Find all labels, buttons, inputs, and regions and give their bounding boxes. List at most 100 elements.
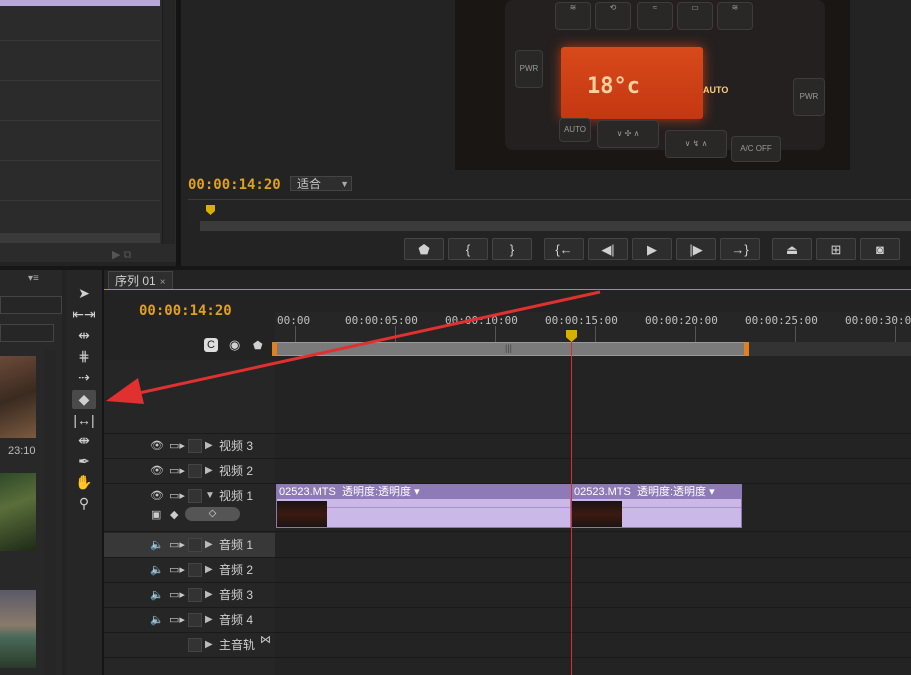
add-marker-button[interactable]: ⬟: [404, 238, 444, 260]
panel-menu-icon[interactable]: ▾≡: [28, 273, 39, 284]
lock-toggle[interactable]: [188, 538, 202, 552]
fan-control: ∨ ✣ ∧: [597, 120, 659, 148]
mark-out-button[interactable]: }: [492, 238, 532, 260]
clip-thumbnail[interactable]: [0, 473, 36, 551]
close-icon[interactable]: ×: [160, 277, 166, 288]
tab-sequence[interactable]: 序列 01 ×: [108, 271, 173, 290]
expand-triangle-icon[interactable]: ▶: [205, 614, 213, 625]
bin-filter-dropdown[interactable]: [0, 324, 54, 342]
ruler-label: 00:00:25:00: [745, 314, 818, 327]
arrow-shaft: [129, 290, 601, 397]
annotation-arrow: [106, 290, 601, 404]
lcd-temperature: 18°c: [587, 74, 640, 99]
program-timecode[interactable]: 00:00:14:20: [188, 177, 281, 193]
track-divider: [104, 607, 911, 608]
lock-toggle[interactable]: [188, 563, 202, 577]
keyframe-navigator[interactable]: ◇: [185, 507, 240, 521]
expand-triangle-icon[interactable]: ▶: [205, 465, 213, 476]
speaker-icon[interactable]: 🔈: [150, 588, 164, 601]
selection-tool-icon[interactable]: ➤: [72, 284, 96, 303]
step-forward-button[interactable]: |▶: [676, 238, 716, 260]
slide-tool-icon[interactable]: ⇼: [72, 431, 96, 450]
collapse-triangle-icon[interactable]: ▼: [205, 490, 215, 501]
video-track-icon[interactable]: ▭▸: [169, 464, 185, 477]
clip-thumbnail[interactable]: [0, 590, 36, 668]
video-track-icon[interactable]: ▭▸: [169, 489, 185, 502]
lock-toggle[interactable]: [188, 489, 202, 503]
razor-tool-icon[interactable]: ◆: [72, 390, 96, 409]
lock-toggle[interactable]: [188, 464, 202, 478]
clip-effect-label[interactable]: 透明度:透明度: [637, 486, 706, 498]
track-label-video1: 视频 1: [219, 489, 254, 503]
expand-triangle-icon[interactable]: ▶: [205, 440, 213, 451]
project-panel-top: ▶ ⧉: [0, 0, 176, 262]
clip-thumbnail[interactable]: [0, 356, 36, 438]
lcd-auto-label: AUTO: [703, 85, 729, 95]
video-track-icon[interactable]: ▭▸: [169, 439, 185, 452]
monitor-zoom-bar[interactable]: [200, 221, 911, 231]
eye-icon[interactable]: 👁: [150, 489, 164, 502]
track-label-audio3: 音频 3: [219, 588, 254, 602]
extract-button[interactable]: ⊞: [816, 238, 856, 260]
eye-icon[interactable]: 👁: [150, 464, 164, 477]
hand-tool-icon[interactable]: ✋: [72, 473, 96, 492]
ripple-edit-tool-icon[interactable]: ⇹: [72, 326, 96, 345]
track-divider: [104, 458, 911, 459]
monitor-time-ruler[interactable]: [188, 199, 911, 222]
list-divider: [0, 200, 160, 201]
clip-header: 02523.MTS 透明度:透明度 ▾: [277, 485, 570, 499]
mode-control: ∨ ↯ ∧: [665, 130, 727, 158]
video-clip[interactable]: 02523.MTS 透明度:透明度 ▾: [571, 484, 742, 528]
mark-in-button[interactable]: {: [448, 238, 488, 260]
ruler-label: 00:00:20:00: [645, 314, 718, 327]
go-to-out-button[interactable]: →}: [720, 238, 760, 260]
clip-effect-label[interactable]: 透明度:透明度: [342, 486, 411, 498]
lock-toggle[interactable]: [188, 439, 202, 453]
export-frame-button[interactable]: ◙: [860, 238, 900, 260]
zoom-tool-icon[interactable]: ⚲: [72, 494, 96, 513]
opacity-rubberband[interactable]: [327, 507, 570, 508]
speaker-icon[interactable]: 🔈: [150, 613, 164, 626]
work-area-end-handle[interactable]: [744, 342, 749, 356]
lift-button[interactable]: ⏏: [772, 238, 812, 260]
bin-scrollbar[interactable]: [44, 350, 56, 675]
list-divider: [0, 40, 160, 41]
zoom-fit-select[interactable]: 适合 ▼: [290, 176, 352, 191]
pen-tool-icon[interactable]: ✒: [72, 452, 96, 471]
eye-icon[interactable]: 👁: [150, 439, 164, 452]
lock-toggle[interactable]: [188, 588, 202, 602]
slip-tool-icon[interactable]: |↔|: [72, 411, 96, 430]
video-clip[interactable]: 02523.MTS 透明度:透明度 ▾: [276, 484, 571, 528]
audio-track-icon[interactable]: ▭▸: [169, 563, 185, 576]
auto-button: AUTO: [559, 118, 591, 142]
horizontal-scrollbar[interactable]: [0, 233, 160, 243]
lock-toggle[interactable]: [188, 638, 202, 652]
expand-triangle-icon[interactable]: ▶: [205, 539, 213, 550]
bin-dropdown[interactable]: [0, 296, 62, 314]
vertical-scrollbar[interactable]: [162, 0, 175, 244]
expand-triangle-icon[interactable]: ▶: [205, 639, 213, 650]
track-select-tool-icon[interactable]: ⇤⇥: [72, 305, 96, 324]
defrost-button: ≈: [637, 2, 673, 30]
audio-track-icon[interactable]: ▭▸: [169, 588, 185, 601]
arrow-head: [106, 378, 144, 404]
track-divider: [104, 531, 911, 532]
audio-track-icon[interactable]: ▭▸: [169, 538, 185, 551]
speaker-icon[interactable]: 🔈: [150, 538, 164, 551]
step-back-button[interactable]: ◀|: [588, 238, 628, 260]
go-to-in-button[interactable]: {←: [544, 238, 584, 260]
play-button[interactable]: ▶: [632, 238, 672, 260]
keyframe-icon[interactable]: ◆: [170, 508, 178, 521]
opacity-rubberband[interactable]: [622, 507, 741, 508]
clip-thumbnail: [572, 501, 622, 527]
audio-track-icon[interactable]: ▭▸: [169, 613, 185, 626]
rate-stretch-tool-icon[interactable]: ⇢: [72, 368, 96, 387]
speaker-icon[interactable]: 🔈: [150, 563, 164, 576]
master-output-icon[interactable]: ⋈: [260, 633, 271, 646]
expand-triangle-icon[interactable]: ▶: [205, 589, 213, 600]
expand-triangle-icon[interactable]: ▶: [205, 564, 213, 575]
lock-toggle[interactable]: [188, 613, 202, 627]
rolling-edit-tool-icon[interactable]: ⋕: [72, 347, 96, 366]
display-style-icon[interactable]: ▣: [151, 508, 161, 521]
list-divider: [0, 160, 160, 161]
